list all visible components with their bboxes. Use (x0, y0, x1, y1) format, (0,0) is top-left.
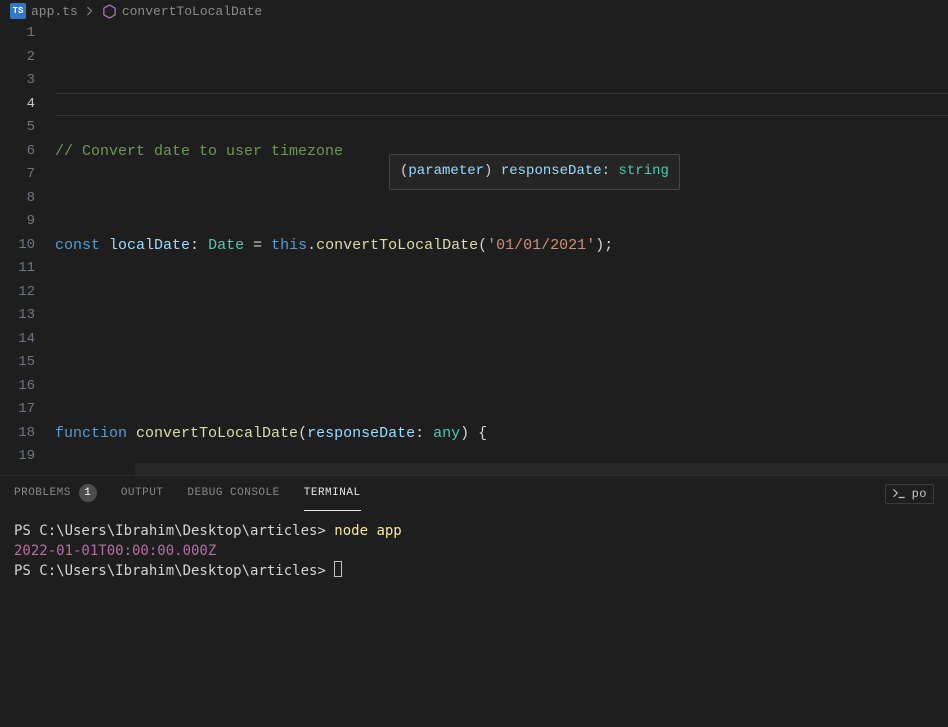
terminal-line: PS C:\Users\Ibrahim\Desktop\articles> no… (14, 521, 934, 541)
breadcrumb-symbol[interactable]: convertToLocalDate (122, 4, 262, 19)
line-number: 19 (0, 445, 35, 469)
keyword-function: function (55, 425, 127, 442)
breadcrumb[interactable]: TS app.ts convertToLocalDate (0, 0, 948, 22)
terminal-icon (892, 487, 906, 501)
terminal-prompt: PS C:\Users\Ibrahim\Desktop\articles> (14, 523, 334, 539)
type-any: any (433, 425, 460, 442)
terminal[interactable]: PS C:\Users\Ibrahim\Desktop\articles> no… (0, 511, 948, 727)
tooltip-kw: parameter (408, 163, 484, 179)
line-number: 1 (0, 22, 35, 46)
code-editor[interactable]: 1 2 3 4 5 6 7 8 9 10 11 12 13 14 15 16 1… (0, 22, 948, 475)
terminal-command: node app (334, 523, 401, 539)
hover-tooltip: (parameter) responseDate: string (389, 154, 680, 190)
terminal-line: PS C:\Users\Ibrahim\Desktop\articles> (14, 561, 934, 581)
problems-badge: 1 (79, 484, 97, 502)
tooltip-paren: ) (484, 163, 501, 179)
line-number: 4 (0, 93, 35, 117)
keyword-this: this (271, 237, 307, 254)
tab-label: PROBLEMS (14, 487, 71, 499)
tab-terminal[interactable]: TERMINAL (304, 476, 361, 511)
tab-debug-console[interactable]: DEBUG CONSOLE (187, 476, 279, 511)
line-number: 3 (0, 69, 35, 93)
comment: // Convert date to user timezone (55, 143, 343, 160)
tab-label: TERMINAL (304, 487, 361, 499)
punct: ( (478, 237, 487, 254)
breadcrumb-file[interactable]: app.ts (31, 4, 78, 19)
ts-file-icon: TS (10, 3, 26, 19)
tab-label: DEBUG CONSOLE (187, 487, 279, 499)
line-number: 5 (0, 116, 35, 140)
code-line[interactable]: const localDate: Date = this.convertToLo… (55, 234, 948, 258)
line-number: 2 (0, 46, 35, 70)
tab-output[interactable]: OUTPUT (121, 476, 164, 511)
line-number: 10 (0, 234, 35, 258)
line-number: 13 (0, 304, 35, 328)
line-number: 14 (0, 328, 35, 352)
line-number: 8 (0, 187, 35, 211)
keyword-const: const (55, 237, 100, 254)
tab-label: OUTPUT (121, 487, 164, 499)
horizontal-scrollbar[interactable] (135, 463, 948, 475)
code-line[interactable]: function convertToLocalDate(responseDate… (55, 422, 948, 446)
shell-selector[interactable]: po (885, 484, 934, 504)
line-number: 18 (0, 422, 35, 446)
tab-problems[interactable]: PROBLEMS 1 (14, 476, 97, 511)
code-line[interactable] (55, 328, 948, 352)
method-icon (102, 3, 118, 19)
tooltip-colon: : (602, 163, 619, 179)
param: responseDate (307, 425, 415, 442)
var-localDate: localDate (109, 237, 190, 254)
line-number: 9 (0, 210, 35, 234)
punct: . (307, 237, 316, 254)
bottom-panel: PROBLEMS 1 OUTPUT DEBUG CONSOLE TERMINAL… (0, 475, 948, 727)
line-number: 12 (0, 281, 35, 305)
punct: ( (298, 425, 307, 442)
line-number: 15 (0, 351, 35, 375)
punct: = (244, 237, 271, 254)
panel-actions: po (885, 484, 934, 504)
active-line-highlight (55, 93, 948, 117)
string: '01/01/2021' (487, 237, 595, 254)
punct: : (190, 237, 208, 254)
chevron-right-icon (84, 5, 96, 17)
line-number-gutter: 1 2 3 4 5 6 7 8 9 10 11 12 13 14 15 16 1… (0, 22, 55, 475)
punct: ); (595, 237, 613, 254)
panel-tabs: PROBLEMS 1 OUTPUT DEBUG CONSOLE TERMINAL… (0, 476, 948, 511)
tooltip-type: string (618, 163, 668, 179)
punct: : (415, 425, 433, 442)
vscode-root: TS app.ts convertToLocalDate 1 2 3 4 5 6… (0, 0, 948, 727)
tooltip-name: responseDate (501, 163, 602, 179)
line-number: 11 (0, 257, 35, 281)
line-number: 17 (0, 398, 35, 422)
shell-name: po (912, 487, 927, 501)
type-Date: Date (208, 237, 244, 254)
punct: ) { (460, 425, 487, 442)
line-number: 7 (0, 163, 35, 187)
line-number: 6 (0, 140, 35, 164)
terminal-line: 2022-01-01T00:00:00.000Z (14, 541, 934, 561)
terminal-cursor (334, 561, 342, 577)
terminal-prompt: PS C:\Users\Ibrahim\Desktop\articles> (14, 563, 334, 579)
fn-decl: convertToLocalDate (136, 425, 298, 442)
terminal-output: 2022-01-01T00:00:00.000Z (14, 543, 216, 559)
code-content[interactable]: 💡 // Convert date to user timezone const… (55, 22, 948, 475)
fn-call: convertToLocalDate (316, 237, 478, 254)
line-number: 16 (0, 375, 35, 399)
